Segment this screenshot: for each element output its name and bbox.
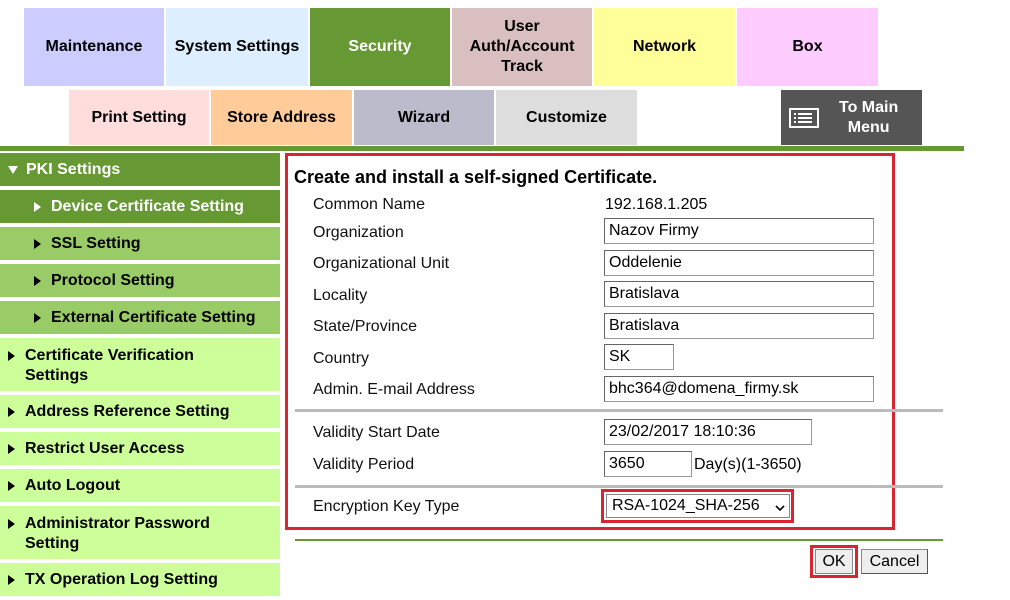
triangle-right-icon — [8, 519, 15, 529]
ok-button[interactable]: OK — [815, 549, 853, 574]
tab-wizard[interactable]: Wizard — [354, 90, 494, 145]
admin-email-field[interactable] — [604, 376, 874, 402]
sidebar-item-label: Protocol Setting — [51, 271, 175, 289]
sidebar-item-label: Settings — [25, 367, 89, 384]
sidebar-item-protocol-setting[interactable]: Protocol Setting — [0, 264, 280, 299]
locality-field[interactable] — [604, 281, 874, 307]
sidebar-item-label: Administrator Password — [25, 515, 210, 532]
cancel-button-label: Cancel — [869, 552, 920, 570]
form-heading: Create and install a self-signed Certifi… — [294, 167, 658, 187]
triangle-right-icon — [34, 201, 41, 212]
tab-network-label: Network — [632, 38, 697, 55]
locality-label: Locality — [313, 287, 368, 304]
sidebar-item-label: SSL Setting — [51, 234, 141, 252]
tab-maintenance[interactable]: Maintenance — [24, 8, 164, 86]
tab-user-auth-label-1: User — [504, 18, 540, 35]
validity-period-unit: Day(s)(1-3650) — [694, 456, 802, 473]
tab-store-address-label: Store Address — [227, 108, 336, 126]
country-field[interactable] — [604, 344, 674, 370]
tab-box-label: Box — [792, 38, 823, 55]
tab-print-setting-label: Print Setting — [91, 108, 187, 126]
organizational-unit-field[interactable] — [604, 250, 874, 276]
form-bottom-rule — [295, 539, 943, 541]
tab-box[interactable]: Box — [737, 8, 878, 86]
sidebar-item-label: Auto Logout — [25, 476, 121, 494]
organization-field[interactable] — [604, 218, 874, 244]
sidebar-item-label: External Certificate Setting — [51, 308, 256, 326]
sidebar-item-device-certificate-setting[interactable]: Device Certificate Setting — [0, 190, 280, 225]
validity-period-label: Validity Period — [313, 456, 415, 473]
sidebar-item-label: Certificate Verification — [25, 347, 194, 364]
common-name-label: Common Name — [313, 196, 426, 213]
triangle-down-icon — [8, 165, 18, 174]
encryption-key-type-select[interactable]: RSA-1024_SHA-256 — [606, 494, 790, 518]
sidebar-item-certificate-verification-settings[interactable]: Certificate Verification Settings — [0, 338, 280, 393]
tab-store-address[interactable]: Store Address — [211, 90, 352, 145]
validity-start-date-field[interactable] — [604, 419, 812, 445]
to-main-menu-button[interactable]: To Main Menu — [781, 90, 922, 145]
organization-label: Organization — [313, 224, 404, 241]
organizational-unit-label: Organizational Unit — [313, 255, 450, 272]
sidebar-item-label: Device Certificate Setting — [51, 197, 244, 215]
tab-network[interactable]: Network — [594, 8, 735, 86]
triangle-right-icon — [8, 406, 15, 417]
sidebar-item-label: Restrict User Access — [25, 439, 185, 457]
sidebar-item-label: TX Operation Log Setting — [25, 570, 218, 588]
validity-start-date-label: Validity Start Date — [313, 424, 440, 441]
triangle-right-icon — [8, 480, 15, 491]
tab-customize-label: Customize — [526, 108, 607, 126]
triangle-right-icon — [34, 312, 41, 323]
common-name-value: 192.168.1.205 — [605, 196, 708, 213]
cancel-button[interactable]: Cancel — [861, 549, 928, 574]
tab-system-settings[interactable]: System Settings — [166, 8, 308, 86]
triangle-right-icon — [34, 275, 41, 286]
tab-user-auth-label-3: Track — [501, 58, 543, 75]
sidebar-item-address-reference-setting[interactable]: Address Reference Setting — [0, 395, 280, 430]
tab-wizard-label: Wizard — [397, 108, 451, 126]
tab-security-label: Security — [348, 38, 412, 55]
sidebar-item-administrator-password-setting[interactable]: Administrator Password Setting — [0, 506, 280, 561]
triangle-right-icon — [8, 443, 15, 454]
sidebar-item-ssl-setting[interactable]: SSL Setting — [0, 227, 280, 262]
ok-button-label: OK — [822, 552, 846, 570]
tab-maintenance-label: Maintenance — [45, 38, 143, 55]
sidebar-item-external-certificate-setting[interactable]: External Certificate Setting — [0, 301, 280, 336]
triangle-right-icon — [34, 238, 41, 249]
state-province-label: State/Province — [313, 318, 418, 335]
main-menu-icon — [789, 107, 819, 128]
sidebar-item-auto-logout[interactable]: Auto Logout — [0, 469, 280, 504]
header-divider — [0, 146, 964, 151]
tab-security[interactable]: Security — [310, 8, 450, 86]
encryption-key-type-value: RSA-1024_SHA-256 — [612, 497, 760, 514]
encryption-key-type-label: Encryption Key Type — [313, 498, 460, 515]
tab-print-setting[interactable]: Print Setting — [69, 90, 209, 145]
triangle-right-icon — [8, 351, 15, 361]
sidebar-item-label: Address Reference Setting — [25, 402, 230, 420]
section-divider — [295, 485, 943, 488]
triangle-right-icon — [8, 574, 15, 585]
sidebar-item-label: PKI Settings — [26, 160, 121, 178]
sidebar-item-restrict-user-access[interactable]: Restrict User Access — [0, 432, 280, 467]
to-main-label-1: To Main — [839, 98, 899, 116]
validity-period-field[interactable] — [604, 451, 692, 477]
section-divider — [295, 409, 943, 412]
tab-system-settings-label: System Settings — [174, 38, 300, 55]
to-main-label-2: Menu — [847, 118, 890, 136]
admin-email-label: Admin. E-mail Address — [313, 381, 475, 398]
sidebar-item-label: Setting — [25, 535, 80, 552]
tab-customize[interactable]: Customize — [496, 90, 637, 145]
tab-user-auth-account-track[interactable]: User Auth/Account Track — [452, 8, 592, 86]
sidebar-item-pki-settings[interactable]: PKI Settings — [0, 153, 280, 188]
sidebar-item-tx-operation-log-setting[interactable]: TX Operation Log Setting — [0, 563, 280, 598]
country-label: Country — [313, 350, 370, 367]
state-province-field[interactable] — [604, 313, 874, 339]
chevron-down-icon — [775, 500, 785, 512]
tab-user-auth-label-2: Auth/Account — [469, 38, 575, 55]
